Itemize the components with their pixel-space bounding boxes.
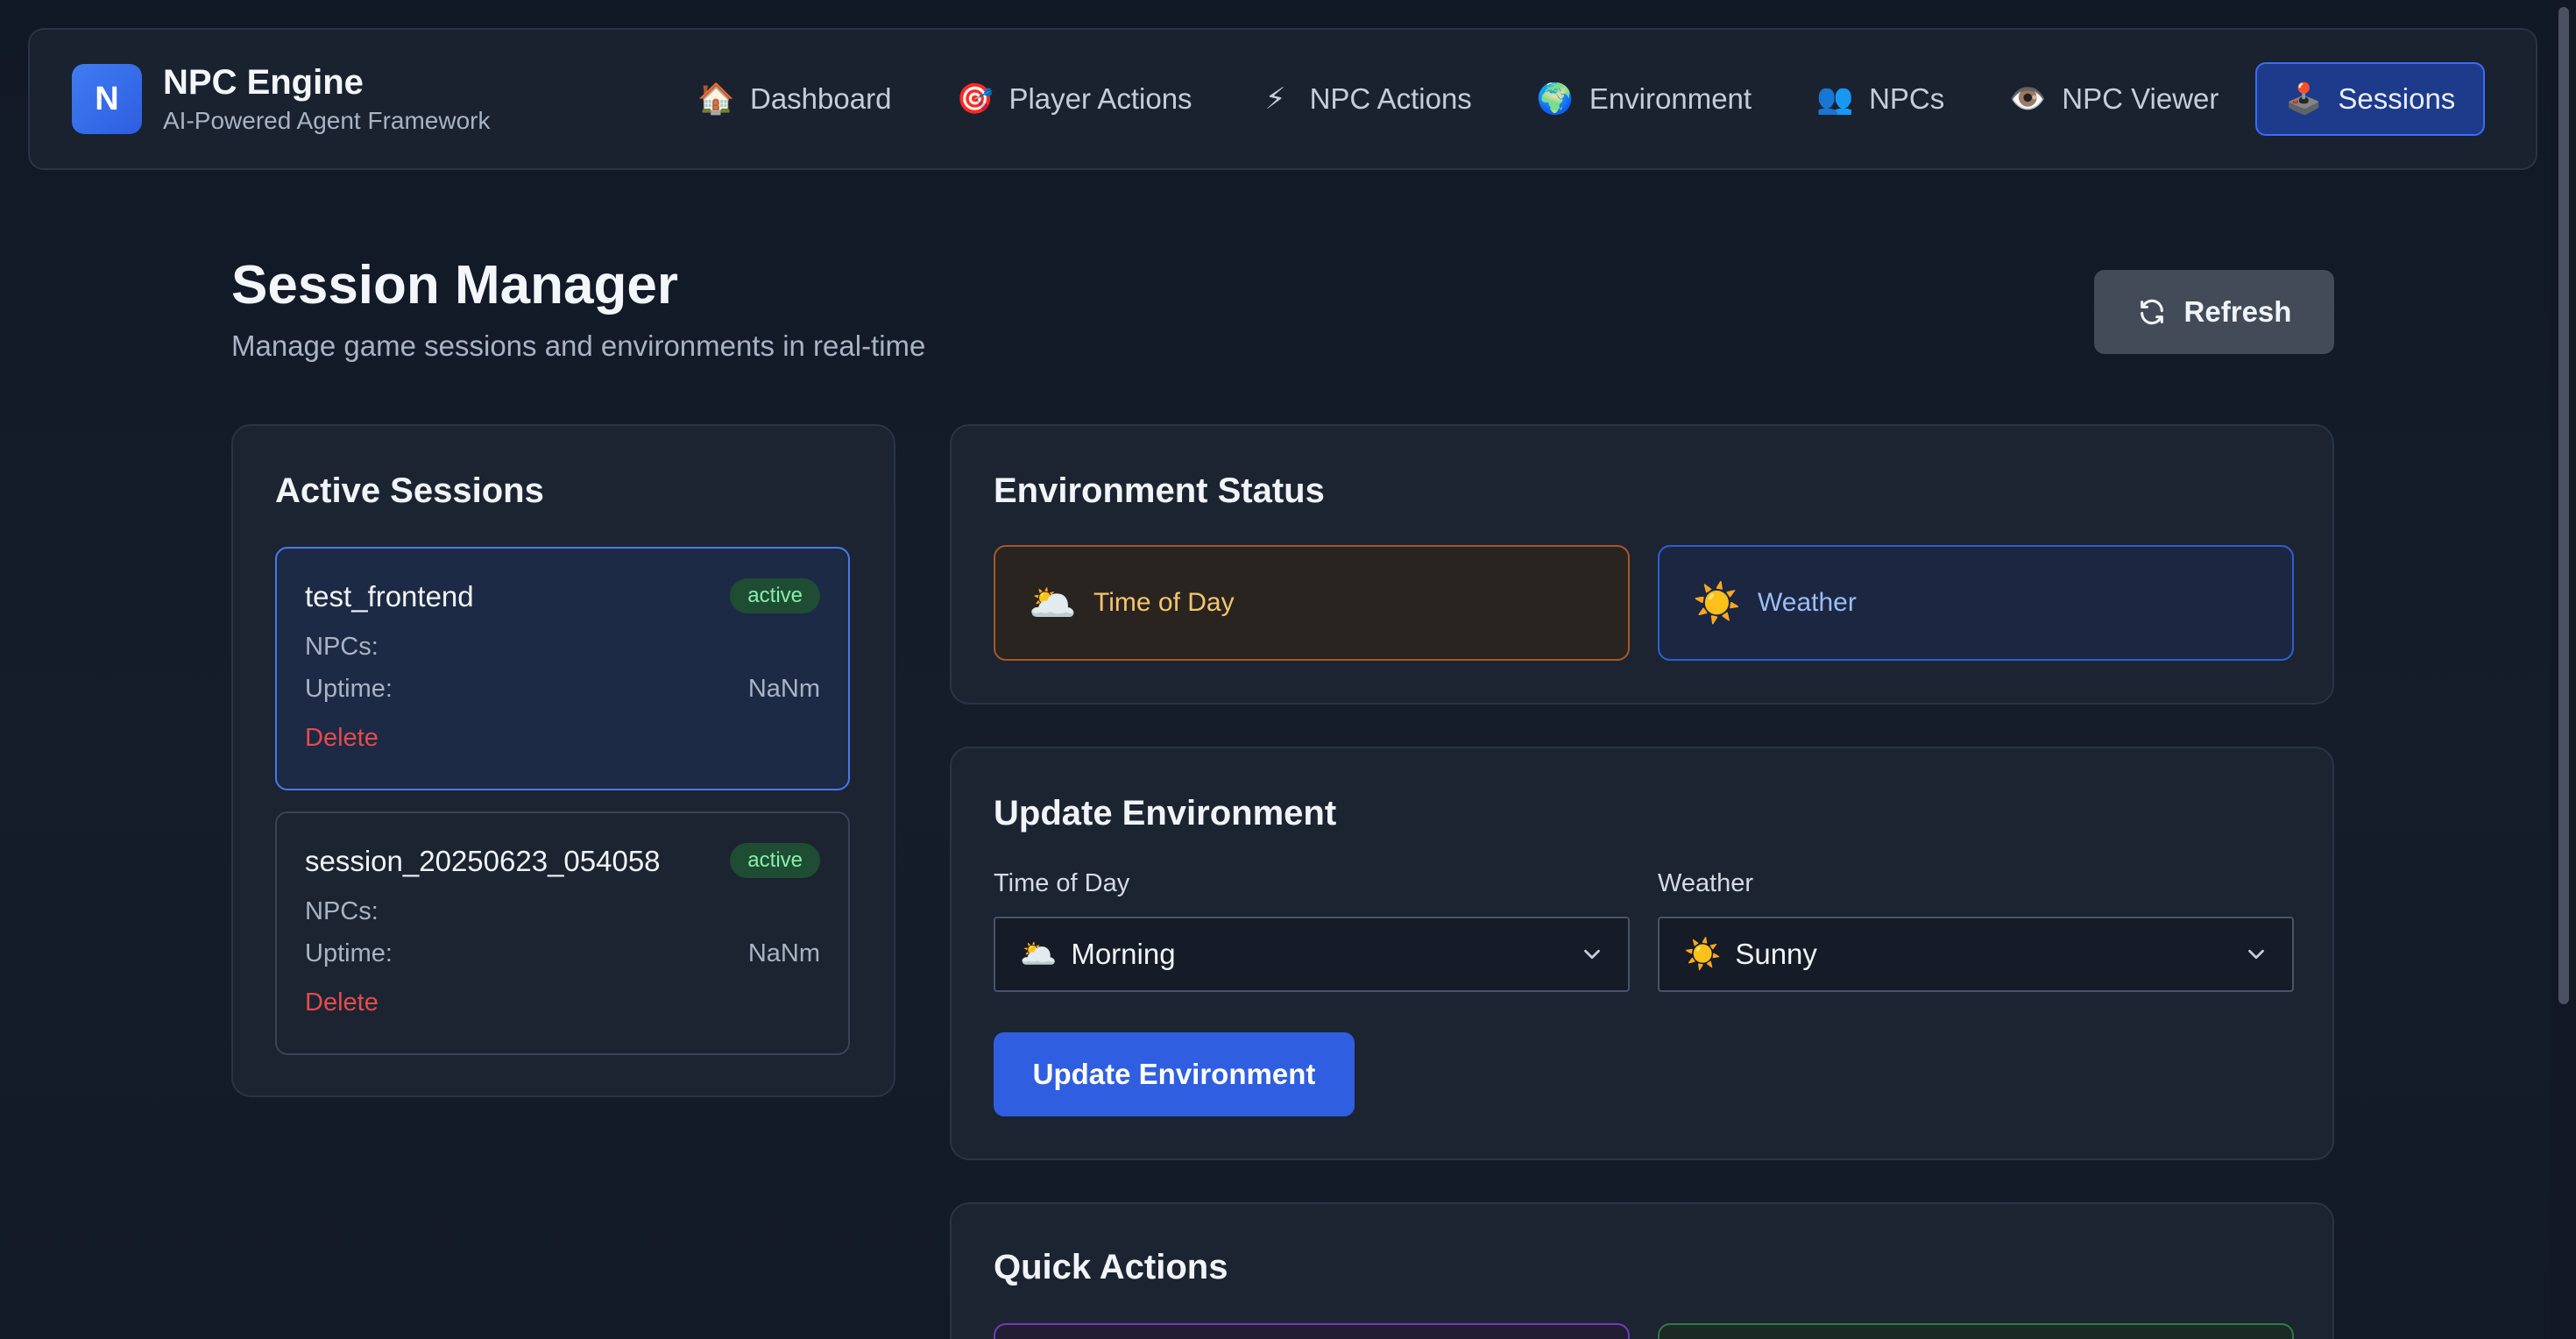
refresh-button[interactable]: Refresh <box>2094 270 2334 354</box>
status-badge: active <box>730 843 820 878</box>
chevron-down-icon <box>2248 949 2264 960</box>
weather-select[interactable]: ☀️ Sunny <box>1658 917 2294 992</box>
time-of-day-select[interactable]: 🌥️ Morning <box>994 917 1630 992</box>
nav-item-npc-viewer[interactable]: 👁️ NPC Viewer <box>1981 62 2247 136</box>
weather-tile: ☀️ Weather <box>1658 545 2294 661</box>
time-of-day-field-label: Time of Day <box>994 869 1130 897</box>
refresh-icon <box>2140 299 2163 325</box>
page-scrollbar[interactable] <box>2550 0 2576 1339</box>
weather-label: Weather <box>1758 588 1857 617</box>
lightning-icon: ⚡ <box>1264 82 1286 116</box>
delete-session-button[interactable]: Delete <box>305 724 379 753</box>
refresh-label: Refresh <box>2183 295 2292 328</box>
nav-item-label: NPC Actions <box>1309 82 1472 115</box>
session-name: test_frontend <box>305 580 474 613</box>
uptime-value: NaNm <box>747 939 820 967</box>
environment-status-title: Environment Status <box>994 471 1325 510</box>
chevron-down-icon <box>1584 949 1600 960</box>
weather-field-label: Weather <box>1658 869 1754 897</box>
logo-icon: N <box>72 64 142 134</box>
nav-item-label: NPCs <box>1869 82 1945 115</box>
environment-status-card: Environment Status 🌥️ Time of Day ☀️ Wea… <box>950 424 2334 705</box>
active-sessions-title: Active Sessions <box>275 471 544 510</box>
nav-item-label: Sessions <box>2338 82 2456 115</box>
cloud-sun-icon: 🌥️ <box>1020 938 1058 971</box>
people-icon: 👥 <box>1816 82 1854 116</box>
session-name: session_20250623_054058 <box>305 845 661 877</box>
sun-icon: ☀️ <box>1693 582 1741 625</box>
quick-actions-title: Quick Actions <box>994 1248 1228 1286</box>
top-navbar: N NPC Engine AI-Powered Agent Framework … <box>28 28 2537 170</box>
nav-item-label: NPC Viewer <box>2062 82 2219 115</box>
globe-icon: 🌍 <box>1536 82 1575 116</box>
target-icon: 🎯 <box>956 82 994 116</box>
brand-title: NPC Engine <box>163 63 364 102</box>
update-environment-card: Update Environment Time of Day 🌥️ Mornin… <box>950 747 2334 1160</box>
delete-session-button[interactable]: Delete <box>305 988 379 1017</box>
house-icon: 🏠 <box>697 82 735 116</box>
nav-links: 🏠 Dashboard 🎯 Player Actions ⚡ NPC Actio… <box>669 62 2486 136</box>
page-subtitle: Manage game sessions and environments in… <box>231 329 926 362</box>
session-card[interactable]: test_frontend active NPCs: Uptime: NaNm … <box>275 547 850 790</box>
session-card[interactable]: session_20250623_054058 active NPCs: Upt… <box>275 811 850 1055</box>
app-root: N NPC Engine AI-Powered Agent Framework … <box>0 0 2576 1339</box>
page-title: Session Manager <box>231 255 678 315</box>
nav-item-label: Environment <box>1589 82 1752 115</box>
nav-item-npcs[interactable]: 👥 NPCs <box>1788 62 1972 136</box>
time-of-day-label: Time of Day <box>1093 588 1235 617</box>
joystick-icon: 🕹️ <box>2285 82 2323 116</box>
update-environment-button[interactable]: Update Environment <box>994 1032 1355 1116</box>
weather-value: Sunny <box>1735 938 1817 970</box>
quick-actions-card: Quick Actions <box>950 1202 2334 1339</box>
nav-item-dashboard[interactable]: 🏠 Dashboard <box>669 62 919 136</box>
scrollbar-thumb[interactable] <box>2558 7 2569 1004</box>
nav-item-npc-actions[interactable]: ⚡ NPC Actions <box>1229 62 1500 136</box>
quick-action-tile[interactable] <box>1658 1323 2294 1339</box>
nav-item-environment[interactable]: 🌍 Environment <box>1509 62 1780 136</box>
brand-subtitle: AI-Powered Agent Framework <box>163 107 491 134</box>
eye-icon: 👁️ <box>2009 82 2047 116</box>
update-environment-title: Update Environment <box>994 794 1337 832</box>
time-of-day-value: Morning <box>1071 938 1176 970</box>
uptime-label: Uptime: <box>305 939 393 967</box>
nav-item-label: Dashboard <box>750 82 892 115</box>
active-sessions-card: Active Sessions test_frontend active NPC… <box>231 424 895 1097</box>
nav-item-label: Player Actions <box>1008 82 1192 115</box>
status-badge: active <box>730 578 820 613</box>
time-of-day-tile: 🌥️ Time of Day <box>994 545 1630 661</box>
quick-action-tile[interactable] <box>994 1323 1630 1339</box>
uptime-value: NaNm <box>747 675 820 703</box>
npcs-label: NPCs: <box>305 897 379 925</box>
uptime-label: Uptime: <box>305 675 393 703</box>
nav-item-player-actions[interactable]: 🎯 Player Actions <box>928 62 1220 136</box>
cloud-sun-icon: 🌥️ <box>1029 582 1077 625</box>
npcs-label: NPCs: <box>305 633 379 661</box>
brand[interactable]: N NPC Engine AI-Powered Agent Framework <box>72 61 563 137</box>
sun-icon: ☀️ <box>1684 938 1722 971</box>
nav-item-sessions[interactable]: 🕹️ Sessions <box>2255 62 2486 136</box>
